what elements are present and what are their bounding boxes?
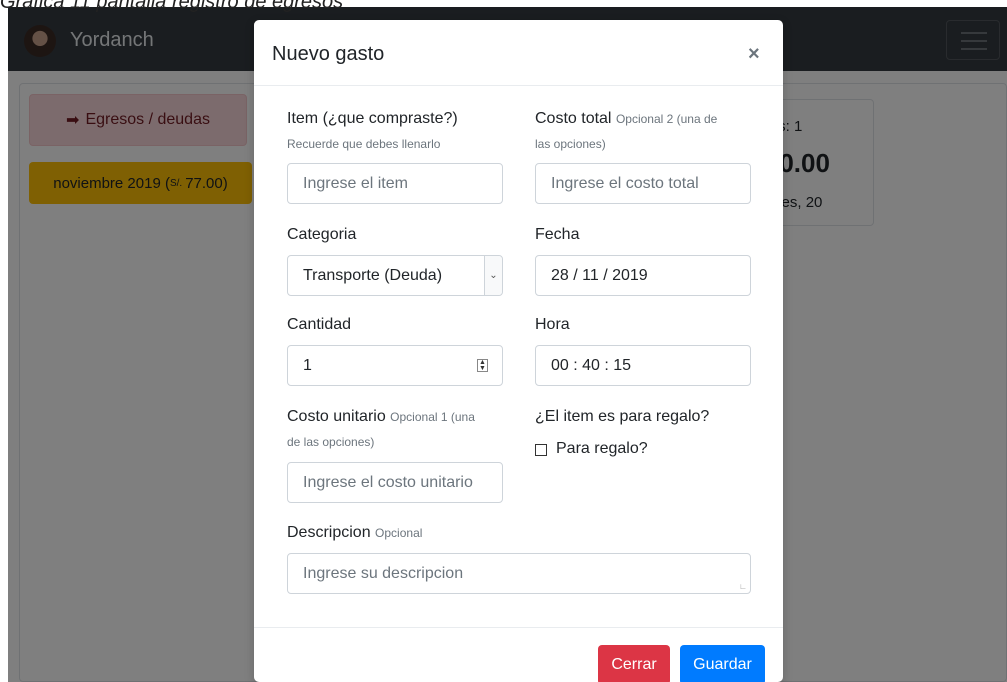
descripcion-placeholder: Ingrese su descripcion bbox=[303, 564, 464, 582]
stepper-arrows-icon[interactable]: ▲ ▼ bbox=[477, 359, 488, 372]
nuevo-gasto-modal: Nuevo gasto × Item (¿que compraste?) Rec… bbox=[254, 20, 783, 682]
categoria-label: Categoria bbox=[287, 226, 357, 243]
resize-grip-icon[interactable]: ∟ bbox=[739, 582, 747, 591]
descripcion-label-text: Descripcion bbox=[287, 524, 371, 541]
costo-unitario-hint-2: de las opciones) bbox=[287, 435, 375, 449]
regalo-label: ¿El item es para regalo? bbox=[535, 408, 710, 425]
item-input[interactable]: Ingrese el item bbox=[287, 163, 503, 204]
guardar-button[interactable]: Guardar bbox=[680, 645, 765, 682]
modal-title: Nuevo gasto bbox=[272, 43, 385, 65]
item-hint: Recuerde que debes llenarlo bbox=[287, 137, 441, 151]
item-label: Item (¿que compraste?) bbox=[287, 110, 458, 127]
hora-input[interactable]: 00 : 40 : 15 bbox=[535, 345, 751, 386]
fecha-input[interactable]: 28 / 11 / 2019 bbox=[535, 255, 751, 296]
categoria-value: Transporte (Deuda) bbox=[303, 266, 443, 284]
regalo-checkbox[interactable] bbox=[535, 444, 547, 456]
close-icon[interactable]: × bbox=[748, 43, 760, 66]
cerrar-button[interactable]: Cerrar bbox=[598, 645, 670, 682]
fecha-label: Fecha bbox=[535, 226, 580, 243]
costo-total-label: Costo total Opcional 2 (una de bbox=[535, 110, 717, 128]
costo-unitario-label-text: Costo unitario bbox=[287, 408, 386, 425]
costo-total-hint: Opcional 2 (una de bbox=[615, 112, 718, 126]
costo-total-input[interactable]: Ingrese el costo total bbox=[535, 163, 751, 204]
costo-total-hint-2: las opciones) bbox=[535, 137, 606, 151]
chevron-down-icon: ⌄ bbox=[484, 256, 502, 295]
descripcion-textarea[interactable]: Ingrese su descripcion ∟ bbox=[287, 553, 751, 594]
figure-caption: Grafica 11 pantalla registro de egresos bbox=[0, 0, 344, 13]
modal-footer: Cerrar Guardar bbox=[254, 627, 783, 682]
regalo-checkbox-label[interactable]: Para regalo? bbox=[556, 440, 648, 458]
hora-label: Hora bbox=[535, 316, 570, 333]
cantidad-value: 1 bbox=[303, 356, 312, 374]
costo-unitario-input[interactable]: Ingrese el costo unitario bbox=[287, 462, 503, 503]
cantidad-label: Cantidad bbox=[287, 316, 352, 333]
descripcion-label: Descripcion Opcional bbox=[287, 524, 422, 542]
cantidad-stepper[interactable]: 1 ▲ ▼ bbox=[287, 345, 503, 386]
costo-unitario-hint: Opcional 1 (una bbox=[390, 410, 475, 424]
modal-header: Nuevo gasto × bbox=[254, 20, 783, 86]
descripcion-hint: Opcional bbox=[375, 526, 423, 540]
categoria-select[interactable]: Transporte (Deuda) ⌄ bbox=[287, 255, 503, 296]
costo-unitario-label: Costo unitario Opcional 1 (una bbox=[287, 408, 475, 426]
costo-total-label-text: Costo total bbox=[535, 110, 612, 127]
